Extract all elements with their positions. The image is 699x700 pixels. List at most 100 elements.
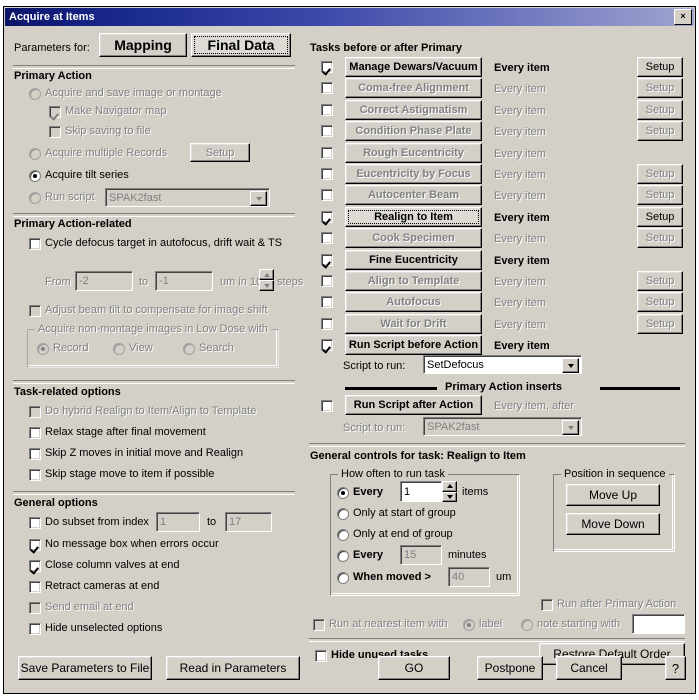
task-button-11[interactable]: Autofocus bbox=[345, 292, 482, 312]
task-setup-button-7[interactable]: Setup bbox=[637, 207, 683, 227]
task-button-12[interactable]: Wait for Drift bbox=[345, 314, 482, 334]
task-checkbox-8[interactable] bbox=[321, 232, 333, 244]
chevron-down-icon[interactable] bbox=[562, 420, 579, 435]
defocus-from-input[interactable]: -2 bbox=[75, 271, 133, 291]
checkbox-skip-stage-move[interactable] bbox=[29, 469, 41, 481]
task-checkbox-11[interactable] bbox=[321, 296, 333, 308]
task-checkbox-0[interactable] bbox=[321, 61, 333, 73]
task-button-1[interactable]: Coma-free Alignment bbox=[345, 78, 482, 98]
radio-every-items[interactable] bbox=[337, 487, 349, 499]
checkbox-cycle-defocus[interactable] bbox=[29, 238, 41, 250]
radio-only-start-of-group[interactable] bbox=[337, 508, 349, 520]
task-setup-button-8[interactable]: Setup bbox=[637, 228, 683, 248]
radio-acquire-tilt-series[interactable] bbox=[29, 170, 41, 182]
script-before-combo[interactable]: SetDefocus bbox=[423, 355, 582, 374]
nearest-note-input[interactable] bbox=[632, 614, 685, 634]
tab-final-data[interactable]: Final Data bbox=[191, 33, 291, 57]
task-checkbox-1[interactable] bbox=[321, 82, 333, 94]
run-script-after-action-button[interactable]: Run Script after Action bbox=[345, 395, 482, 415]
radio-lowdose-search[interactable] bbox=[183, 343, 195, 355]
task-checkbox-6[interactable] bbox=[321, 189, 333, 201]
task-button-0[interactable]: Manage Dewars/Vacuum bbox=[345, 57, 482, 77]
task-checkbox-9[interactable] bbox=[321, 254, 333, 266]
task-checkbox-4[interactable] bbox=[321, 147, 333, 159]
checkbox-run-after-primary[interactable] bbox=[541, 599, 553, 611]
task-setup-button-0[interactable]: Setup bbox=[637, 57, 683, 77]
save-parameters-button[interactable]: Save Parameters to File bbox=[18, 656, 152, 680]
move-up-button[interactable]: Move Up bbox=[566, 484, 660, 506]
checkbox-adjust-beam-tilt[interactable] bbox=[29, 305, 41, 317]
radio-acquire-save-image[interactable] bbox=[29, 88, 41, 100]
task-checkbox-2[interactable] bbox=[321, 104, 333, 116]
primary-script-combo[interactable]: SPAK2fast bbox=[105, 188, 270, 207]
task-checkbox-7[interactable] bbox=[321, 211, 333, 223]
cancel-button[interactable]: Cancel bbox=[556, 656, 622, 680]
subset-to-input[interactable]: 17 bbox=[225, 512, 272, 532]
help-button[interactable]: ? bbox=[665, 656, 686, 680]
task-setup-button-5[interactable]: Setup bbox=[637, 164, 683, 184]
checkbox-send-email[interactable] bbox=[29, 602, 41, 614]
spinner-down-icon[interactable] bbox=[259, 280, 274, 291]
radio-lowdose-record[interactable] bbox=[37, 343, 49, 355]
radio-acquire-multiple-records[interactable] bbox=[29, 148, 41, 160]
checkbox-run-at-nearest-item[interactable] bbox=[313, 619, 325, 631]
go-button[interactable]: GO bbox=[378, 656, 450, 680]
when-moved-input[interactable]: 40 bbox=[448, 567, 490, 587]
task-setup-button-11[interactable]: Setup bbox=[637, 292, 683, 312]
task-button-10[interactable]: Align to Template bbox=[345, 271, 482, 291]
task-checkbox-10[interactable] bbox=[321, 275, 333, 287]
move-down-button[interactable]: Move Down bbox=[566, 513, 660, 535]
spinner-down-icon[interactable] bbox=[442, 491, 457, 502]
spinner-up-icon[interactable] bbox=[442, 481, 457, 492]
close-icon[interactable]: × bbox=[674, 9, 692, 25]
spinner-up-icon[interactable] bbox=[259, 269, 274, 280]
tab-mapping[interactable]: Mapping bbox=[99, 33, 187, 57]
radio-every-minutes[interactable] bbox=[337, 550, 349, 562]
checkbox-hide-unused-tasks[interactable] bbox=[315, 650, 327, 662]
steps-spinner[interactable] bbox=[259, 269, 274, 291]
radio-lowdose-view[interactable] bbox=[113, 343, 125, 355]
checkbox-skip-z-moves[interactable] bbox=[29, 448, 41, 460]
task-checkbox-13[interactable] bbox=[321, 339, 333, 351]
task-button-9[interactable]: Fine Eucentricity bbox=[345, 250, 482, 270]
script-after-combo[interactable]: SPAK2fast bbox=[423, 417, 582, 436]
task-button-8[interactable]: Cook Specimen bbox=[345, 228, 482, 248]
task-setup-button-3[interactable]: Setup bbox=[637, 121, 683, 141]
task-button-7[interactable]: Realign to Item bbox=[345, 207, 482, 227]
radio-run-script[interactable] bbox=[29, 192, 41, 204]
every-minutes-input[interactable]: 15 bbox=[400, 545, 442, 565]
subset-from-input[interactable]: 1 bbox=[156, 512, 200, 532]
task-setup-button-6[interactable]: Setup bbox=[637, 185, 683, 205]
task-checkbox-5[interactable] bbox=[321, 168, 333, 180]
checkbox-retract-cameras[interactable] bbox=[29, 581, 41, 593]
task-setup-button-1[interactable]: Setup bbox=[637, 78, 683, 98]
chevron-down-icon[interactable] bbox=[562, 358, 579, 373]
task-button-13[interactable]: Run Script before Action bbox=[345, 335, 482, 355]
task-button-4[interactable]: Rough Eucentricity bbox=[345, 143, 482, 163]
defocus-to-input[interactable]: -1 bbox=[155, 271, 213, 291]
radio-nearest-label[interactable] bbox=[463, 619, 475, 631]
task-setup-button-2[interactable]: Setup bbox=[637, 100, 683, 120]
read-parameters-button[interactable]: Read in Parameters bbox=[166, 656, 300, 680]
task-checkbox-12[interactable] bbox=[321, 318, 333, 330]
task-button-2[interactable]: Correct Astigmatism bbox=[345, 100, 482, 120]
checkbox-do-subset[interactable] bbox=[29, 517, 41, 529]
task-button-3[interactable]: Condition Phase Plate bbox=[345, 121, 482, 141]
checkbox-do-hybrid-realign[interactable] bbox=[29, 406, 41, 418]
radio-only-end-of-group[interactable] bbox=[337, 529, 349, 541]
checkbox-no-message-box[interactable] bbox=[29, 539, 41, 551]
every-items-spinner[interactable] bbox=[442, 481, 457, 502]
chevron-down-icon[interactable] bbox=[250, 191, 267, 206]
radio-when-moved[interactable] bbox=[337, 572, 349, 584]
task-button-5[interactable]: Eucentricity by Focus bbox=[345, 164, 482, 184]
multi-records-setup-button[interactable]: Setup bbox=[190, 143, 250, 162]
task-setup-button-12[interactable]: Setup bbox=[637, 314, 683, 334]
every-items-input[interactable]: 1 bbox=[400, 481, 442, 502]
checkbox-skip-saving-to-file[interactable] bbox=[49, 126, 61, 138]
radio-nearest-note[interactable] bbox=[521, 619, 533, 631]
task-setup-button-10[interactable]: Setup bbox=[637, 271, 683, 291]
checkbox-relax-stage[interactable] bbox=[29, 427, 41, 439]
checkbox-make-navigator-map[interactable] bbox=[49, 106, 61, 118]
task-button-6[interactable]: Autocenter Beam bbox=[345, 185, 482, 205]
checkbox-hide-unselected[interactable] bbox=[29, 623, 41, 635]
